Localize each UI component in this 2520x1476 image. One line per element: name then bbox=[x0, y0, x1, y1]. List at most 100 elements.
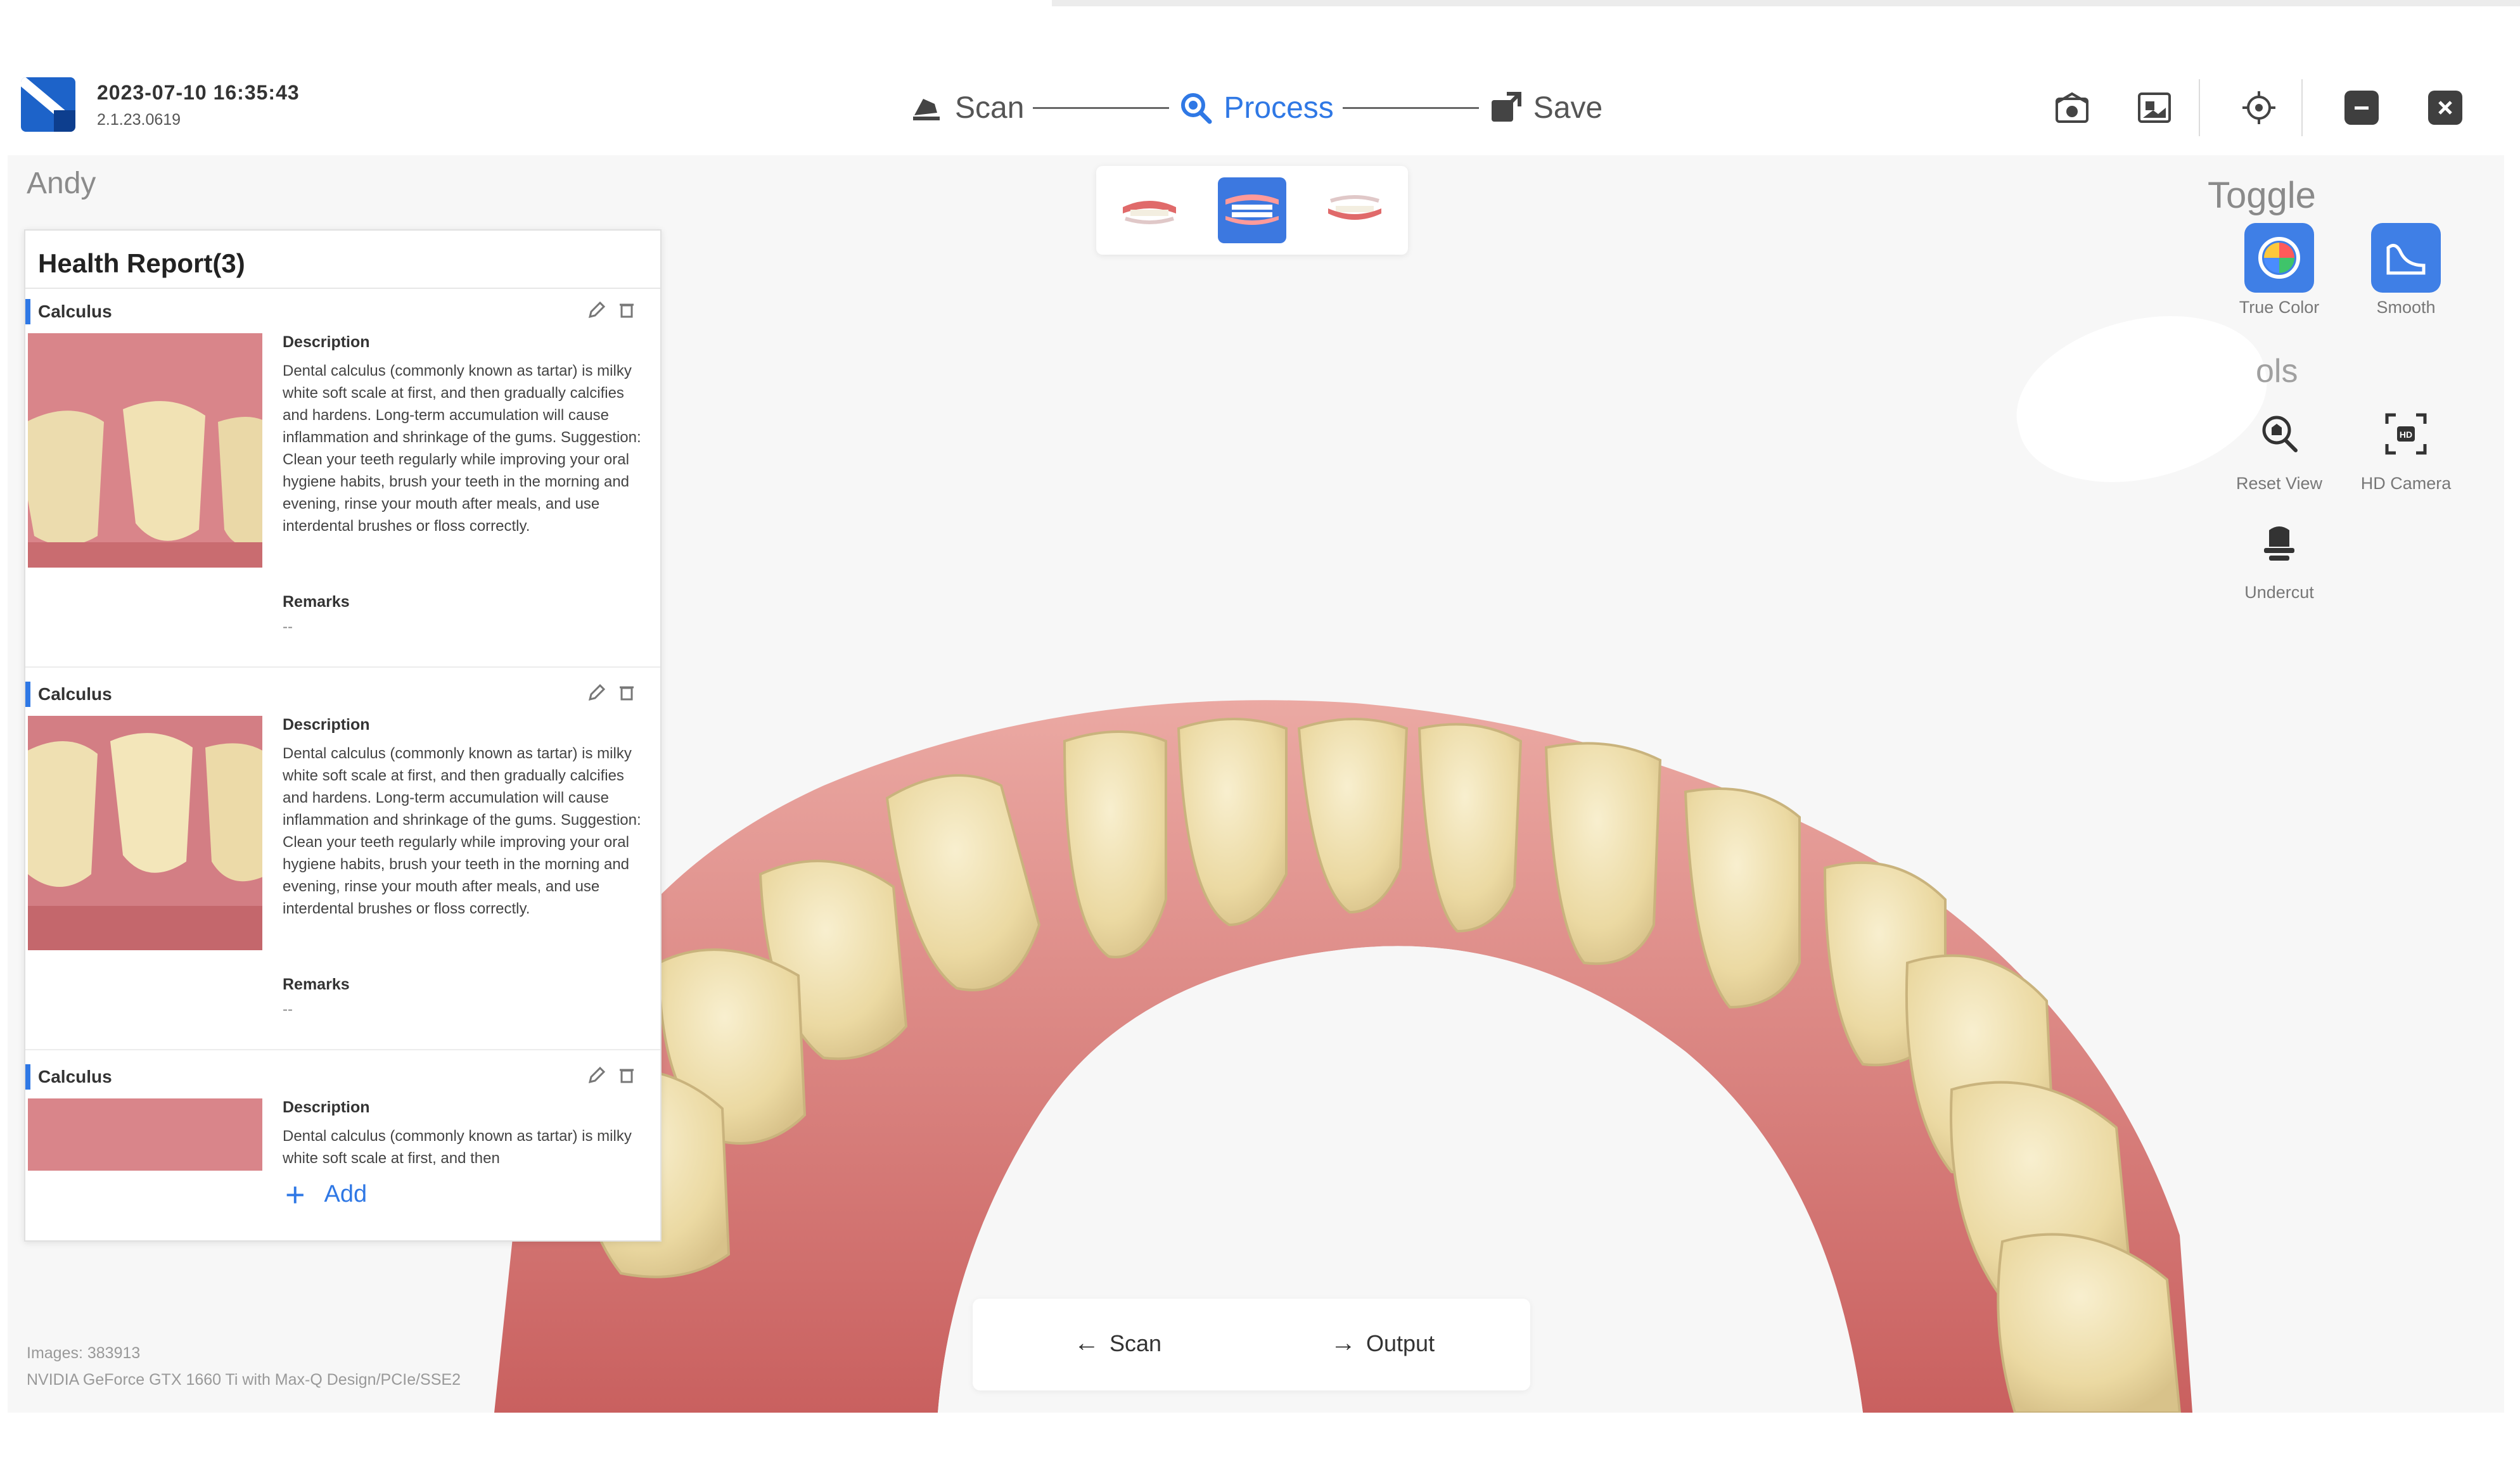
add-report-button[interactable]: + Add bbox=[285, 1175, 368, 1214]
remarks-text: -- bbox=[283, 618, 293, 635]
true-color-label: True Color bbox=[2239, 298, 2320, 317]
description-heading: Description bbox=[283, 333, 370, 351]
tooth-photo bbox=[28, 716, 262, 950]
description-heading: Description bbox=[283, 1098, 370, 1116]
hd-camera-tool[interactable]: HD HD Camera bbox=[2343, 399, 2469, 493]
reset-view-tool[interactable]: Reset View bbox=[2216, 399, 2343, 493]
upper-jaw-icon bbox=[1123, 201, 1176, 224]
hd-camera-label: HD Camera bbox=[2360, 474, 2452, 493]
entry-category: Calculus bbox=[25, 682, 112, 707]
add-label: Add bbox=[324, 1181, 368, 1207]
color-wheel-icon bbox=[2258, 237, 2300, 279]
remarks-text: -- bbox=[283, 1001, 293, 1018]
image-icon bbox=[2138, 92, 2171, 123]
minimize-icon bbox=[2355, 106, 2369, 110]
gpu-info: NVIDIA GeForce GTX 1660 Ti with Max-Q De… bbox=[27, 1371, 461, 1389]
step-connector bbox=[1342, 106, 1479, 109]
both-jaws-icon bbox=[1225, 194, 1279, 225]
delete-icon[interactable] bbox=[616, 682, 637, 703]
delete-icon[interactable] bbox=[616, 1064, 637, 1086]
app-logo-icon bbox=[21, 77, 75, 132]
undercut-tool[interactable]: Undercut bbox=[2216, 508, 2343, 602]
step-process-label: Process bbox=[1224, 91, 1334, 125]
remarks-heading: Remarks bbox=[283, 976, 350, 993]
output-button[interactable]: → Output bbox=[1331, 1329, 1435, 1358]
gallery-button[interactable] bbox=[2135, 89, 2173, 127]
close-button[interactable] bbox=[2428, 91, 2462, 125]
smooth-button[interactable] bbox=[2371, 223, 2441, 293]
image-count: Images: 383913 bbox=[27, 1344, 141, 1362]
close-icon bbox=[2438, 101, 2452, 115]
toggle-title: Toggle bbox=[2208, 175, 2316, 216]
description-heading: Description bbox=[283, 716, 370, 734]
step-scan-label: Scan bbox=[955, 91, 1025, 125]
edit-icon[interactable] bbox=[586, 682, 608, 703]
jaw-option-both[interactable] bbox=[1218, 177, 1286, 243]
reset-view-icon bbox=[2262, 416, 2298, 452]
back-to-scan-button[interactable]: ← Scan bbox=[1074, 1329, 1161, 1358]
description-text: Dental calculus (commonly known as tarta… bbox=[283, 1128, 632, 1167]
step-save-label: Save bbox=[1533, 91, 1603, 125]
render-info: Images: 383913 NVIDIA GeForce GTX 1660 T… bbox=[27, 1340, 461, 1393]
health-report-panel: Health Report(3) Calculus Description De… bbox=[24, 229, 662, 1242]
toolbar-divider bbox=[2199, 79, 2200, 136]
edit-icon[interactable] bbox=[586, 299, 608, 321]
delete-icon[interactable] bbox=[616, 299, 637, 321]
divider bbox=[25, 666, 660, 668]
process-icon bbox=[1181, 93, 1212, 124]
lower-jaw-icon bbox=[1328, 195, 1381, 220]
hd-camera-button[interactable]: HD bbox=[2371, 399, 2441, 469]
target-icon bbox=[2242, 91, 2275, 124]
session-datetime: 2023-07-10 16:35:43 bbox=[97, 81, 300, 104]
jaw-option-upper[interactable] bbox=[1115, 177, 1184, 243]
report-entry[interactable]: Calculus Description Dental calculus (co… bbox=[25, 1054, 660, 1174]
tools-title: ols bbox=[2256, 353, 2298, 390]
step-process[interactable]: Process bbox=[1178, 90, 1334, 125]
bottom-navigation: ← Scan → Output bbox=[973, 1299, 1530, 1390]
plus-icon: + bbox=[285, 1175, 305, 1214]
reset-view-button[interactable] bbox=[2244, 399, 2314, 469]
arrow-left-icon: ← bbox=[1074, 1329, 1099, 1357]
camera-icon bbox=[2056, 92, 2088, 123]
back-label: Scan bbox=[1110, 1330, 1162, 1356]
dental-scan-3d-view[interactable] bbox=[494, 570, 2192, 1413]
scan-icon bbox=[913, 99, 940, 120]
divider bbox=[25, 1049, 660, 1050]
entry-category: Calculus bbox=[25, 299, 112, 324]
jaw-option-lower[interactable] bbox=[1321, 177, 1389, 243]
jaw-selector bbox=[1096, 166, 1408, 255]
arrow-right-icon: → bbox=[1331, 1329, 1356, 1357]
locate-button[interactable] bbox=[2240, 89, 2278, 127]
smooth-icon bbox=[2386, 243, 2426, 275]
step-scan[interactable]: Scan bbox=[909, 90, 1024, 125]
toolbar-divider bbox=[2301, 79, 2303, 136]
entry-category: Calculus bbox=[25, 1064, 112, 1090]
undercut-icon bbox=[2264, 526, 2294, 561]
save-icon bbox=[1491, 92, 1521, 122]
true-color-toggle[interactable]: True Color bbox=[2216, 223, 2343, 317]
app-version: 2.1.23.0619 bbox=[97, 111, 181, 129]
minimize-button[interactable] bbox=[2344, 91, 2379, 125]
tooth-photo bbox=[28, 333, 262, 568]
hd-camera-icon: HD bbox=[2385, 413, 2427, 455]
report-entry[interactable]: Calculus Description Dental calculus (co… bbox=[25, 671, 660, 1050]
undercut-button[interactable] bbox=[2244, 508, 2314, 578]
top-strip bbox=[1052, 0, 2520, 6]
workflow-steps: Scan Process Save bbox=[909, 86, 1602, 130]
smooth-toggle[interactable]: Smooth bbox=[2343, 223, 2469, 317]
reset-view-label: Reset View bbox=[2235, 474, 2323, 493]
report-entry[interactable]: Calculus Description Dental calculus (co… bbox=[25, 289, 660, 668]
screenshot-button[interactable] bbox=[2053, 89, 2091, 127]
step-connector bbox=[1033, 106, 1170, 109]
next-label: Output bbox=[1366, 1330, 1435, 1356]
undercut-label: Undercut bbox=[2244, 583, 2314, 602]
true-color-button[interactable] bbox=[2244, 223, 2314, 293]
remarks-heading: Remarks bbox=[283, 593, 350, 611]
description-text: Dental calculus (commonly known as tarta… bbox=[283, 362, 641, 535]
smooth-label: Smooth bbox=[2376, 298, 2436, 317]
svg-text:HD: HD bbox=[2400, 429, 2412, 440]
tooth-photo bbox=[28, 1098, 262, 1174]
edit-icon[interactable] bbox=[586, 1064, 608, 1086]
step-save[interactable]: Save bbox=[1488, 90, 1602, 125]
description-text: Dental calculus (commonly known as tarta… bbox=[283, 745, 641, 917]
